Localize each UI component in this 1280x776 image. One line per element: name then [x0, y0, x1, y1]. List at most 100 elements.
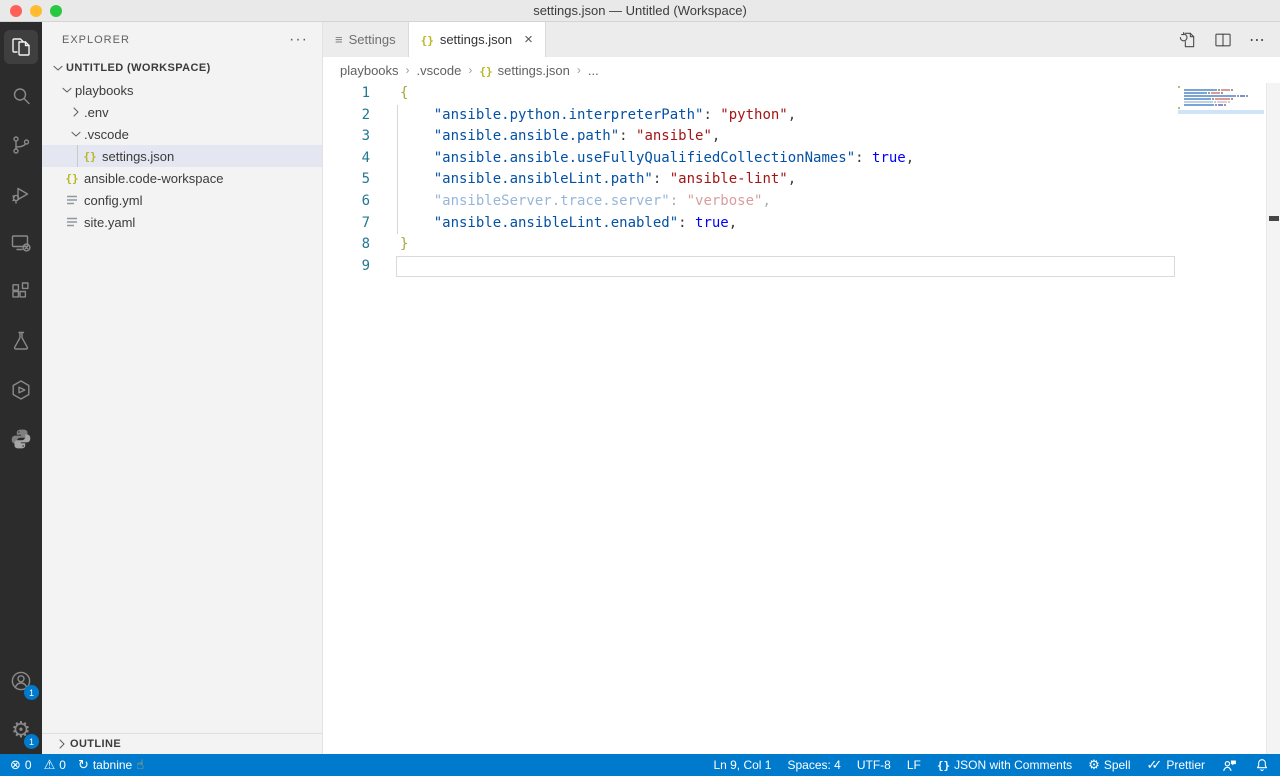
- error-icon: ⊗: [10, 757, 21, 772]
- minimap-line: [1178, 92, 1264, 94]
- tree-item-site.yaml[interactable]: site.yaml: [42, 211, 322, 233]
- file-tree: UNTITLED (WORKSPACE) playbooks .env .vscode…: [42, 57, 322, 733]
- chevron-right-icon: [68, 104, 84, 120]
- code-token-punct: :: [652, 171, 670, 188]
- tree-item-label: config.yml: [84, 192, 143, 208]
- extensions-icon: [4, 275, 38, 309]
- code-token-bracket: {: [400, 85, 409, 101]
- code-line-2[interactable]: 2 "ansible.python.interpreterPath": "pyt…: [323, 105, 1280, 127]
- open-settings-ui-icon[interactable]: [1177, 30, 1197, 50]
- activity-item-explorer[interactable]: [0, 22, 42, 71]
- chevron-down-icon: [50, 60, 66, 76]
- tree-item-.env[interactable]: .env: [42, 101, 322, 123]
- status-label: LF: [906, 758, 921, 772]
- status-prettier[interactable]: ✓✓ Prettier: [1147, 758, 1206, 772]
- status-language-mode[interactable]: {} JSON with Comments: [937, 758, 1072, 772]
- split-editor-icon[interactable]: [1213, 30, 1233, 50]
- status-notifications[interactable]: [1254, 757, 1270, 773]
- code-line-4[interactable]: 4 "ansible.ansible.useFullyQualifiedColl…: [323, 148, 1280, 170]
- line-number: 5: [361, 171, 370, 188]
- status-0[interactable]: ⊗ 0: [10, 758, 32, 772]
- breadcrumb-item-...[interactable]: ...: [588, 63, 599, 78]
- code-token-bool: true: [695, 214, 729, 231]
- activity-item-remote-explorer[interactable]: [0, 218, 42, 267]
- code-token-bool: true: [872, 149, 906, 166]
- code-token-key: "ansible.ansibleLint.path": [433, 171, 653, 188]
- code-token-punct: ,: [905, 149, 915, 166]
- manage-badge: 1: [24, 734, 39, 749]
- status-tabnine[interactable]: ↻ tabnine ☝: [78, 758, 144, 772]
- explorer-sidebar: EXPLORER ··· UNTITLED (WORKSPACE) playboo…: [42, 22, 323, 754]
- breadcrumb-label: .vscode: [416, 62, 462, 78]
- activity-item-search[interactable]: [0, 71, 42, 120]
- code-token-punct: ,: [762, 192, 771, 209]
- status-spell[interactable]: ⚙ Spell: [1088, 758, 1130, 772]
- activity-item-accounts[interactable]: 1: [0, 656, 42, 705]
- more-actions-icon[interactable]: ···: [289, 31, 308, 49]
- scrollbar[interactable]: [1266, 83, 1280, 754]
- status-bar: ⊗ 0 ⚠ 0 ↻ tabnine ☝ Ln 9, Col 1 Spaces: 4 UTF-8 L…: [0, 754, 1280, 776]
- activity-item-hexagon-extension[interactable]: [0, 365, 42, 414]
- code-token-bracket: }: [400, 236, 409, 253]
- code-line-8[interactable]: 8}: [323, 234, 1280, 256]
- code-line-5[interactable]: 5 "ansible.ansibleLint.path": "ansible-l…: [323, 169, 1280, 191]
- code-line-3[interactable]: 3 "ansible.ansible.path": "ansible",: [323, 126, 1280, 148]
- code-token-punct: ,: [728, 214, 738, 231]
- code-line-7[interactable]: 7 "ansible.ansibleLint.enabled": true,: [323, 213, 1280, 235]
- code-token-punct: :: [619, 128, 637, 145]
- tab-settings[interactable]: ≡ Settings: [323, 22, 409, 57]
- activity-item-testing[interactable]: [0, 316, 42, 365]
- breadcrumb-item-playbooks[interactable]: playbooks: [340, 63, 399, 78]
- sidebar-title: EXPLORER: [62, 33, 130, 46]
- breadcrumb-separator-icon: ›: [468, 63, 473, 77]
- activity-item-python[interactable]: [0, 414, 42, 463]
- code-editor[interactable]: 1{2 "ansible.python.interpreterPath": "p…: [323, 83, 1280, 754]
- remote-explorer-icon: [4, 226, 38, 260]
- feedback-icon: [1221, 757, 1238, 774]
- outline-section-header[interactable]: OUTLINE: [42, 733, 322, 754]
- tree-item-.vscode[interactable]: .vscode: [42, 123, 322, 145]
- status-eol[interactable]: LF: [907, 758, 921, 772]
- more-actions-icon[interactable]: ⋯: [1249, 30, 1266, 50]
- tree-item-playbooks[interactable]: playbooks: [42, 79, 322, 101]
- warning-icon: ⚠: [43, 757, 56, 772]
- chevron-right-icon: [54, 736, 70, 752]
- activity-item-manage[interactable]: ⚙ 1: [0, 705, 42, 754]
- status-encoding[interactable]: UTF-8: [857, 758, 891, 772]
- tree-item-label: playbooks: [75, 82, 134, 98]
- status-0[interactable]: ⚠ 0: [44, 758, 66, 772]
- tab-bar: ≡ Settings {} settings.json × ⋯: [323, 22, 1280, 57]
- code-line-9[interactable]: 9: [323, 256, 1280, 278]
- source-control-icon: [4, 128, 38, 162]
- minimap-line: [1178, 107, 1264, 109]
- breadcrumb-item-.vscode[interactable]: .vscode: [417, 63, 462, 78]
- json-file-icon: {}: [420, 34, 434, 47]
- code-token-key: "ansibleServer.trace.server": [433, 192, 670, 209]
- minimap[interactable]: [1178, 86, 1264, 114]
- tab-settings.json[interactable]: {} settings.json ×: [408, 22, 546, 57]
- hexagon-extension-icon: [4, 373, 38, 407]
- tree-item-settings.json[interactable]: {} settings.json: [42, 145, 322, 167]
- tree-item-ansible.code-workspace[interactable]: {} ansible.code-workspace: [42, 167, 322, 189]
- minimap-line: [1178, 86, 1264, 88]
- activity-item-source-control[interactable]: [0, 120, 42, 169]
- tree-item-config.yml[interactable]: config.yml: [42, 189, 322, 211]
- minimap-line: [1178, 104, 1264, 106]
- status-indentation[interactable]: Spaces: 4: [787, 758, 840, 772]
- status-feedback[interactable]: [1221, 757, 1238, 774]
- code-line-1[interactable]: 1{: [323, 83, 1280, 105]
- code-line-6[interactable]: 6 "ansibleServer.trace.server": "verbose…: [323, 191, 1280, 213]
- tree-item-untitled-workspace-[interactable]: UNTITLED (WORKSPACE): [42, 57, 322, 79]
- breadcrumb-label: ...: [587, 62, 599, 78]
- tree-item-label: .env: [84, 104, 109, 120]
- sync-icon: ↻: [77, 757, 89, 772]
- activity-item-run-debug[interactable]: [0, 169, 42, 218]
- code-token-str: "ansible-lint": [669, 171, 788, 188]
- line-number: 9: [361, 257, 370, 274]
- activity-item-extensions[interactable]: [0, 267, 42, 316]
- settings-editor-icon: ≡: [335, 32, 343, 47]
- breadcrumb-item-settings.json[interactable]: {} settings.json: [479, 63, 570, 78]
- close-tab-icon[interactable]: ×: [524, 31, 533, 48]
- title-bar: settings.json — Untitled (Workspace): [0, 0, 1280, 22]
- status-cursor-position[interactable]: Ln 9, Col 1: [713, 758, 771, 772]
